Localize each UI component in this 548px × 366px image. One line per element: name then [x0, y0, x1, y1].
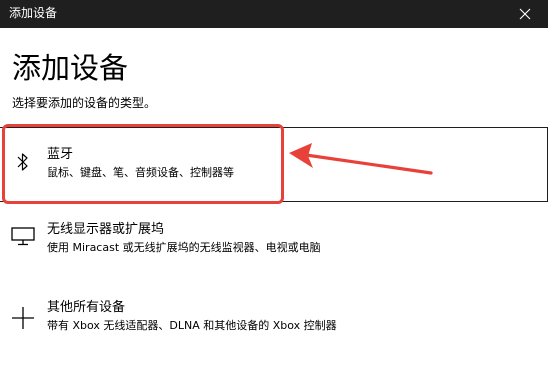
title-bar: 添加设备: [0, 0, 548, 28]
option-other-devices-description: 带有 Xbox 无线适配器、DLNA 和其他设备的 Xbox 控制器: [47, 319, 337, 332]
bluetooth-icon: [10, 149, 36, 175]
page-subtitle: 选择要添加的设备的类型。: [12, 96, 157, 110]
option-wireless-display[interactable]: 无线显示器或扩展坞 使用 Miracast 或无线扩展坞的无线监视器、电视或电脑: [0, 213, 548, 288]
option-other-devices[interactable]: 其他所有设备 带有 Xbox 无线适配器、DLNA 和其他设备的 Xbox 控制…: [0, 290, 548, 365]
monitor-icon: [10, 223, 36, 249]
option-wireless-display-description: 使用 Miracast 或无线扩展坞的无线监视器、电视或电脑: [47, 241, 321, 254]
close-button[interactable]: [502, 0, 548, 28]
option-wireless-display-title: 无线显示器或扩展坞: [47, 222, 165, 237]
option-bluetooth[interactable]: 蓝牙 鼠标、键盘、笔、音频设备、控制器等: [0, 127, 548, 202]
option-other-devices-title: 其他所有设备: [47, 300, 126, 315]
page-title: 添加设备: [12, 51, 129, 85]
option-bluetooth-title: 蓝牙: [47, 147, 74, 162]
add-device-dialog: 添加设备 添加设备 选择要添加的设备的类型。 蓝牙 鼠标、键盘、笔、音频设备、控…: [0, 0, 548, 366]
option-bluetooth-description: 鼠标、键盘、笔、音频设备、控制器等: [47, 166, 234, 179]
close-icon: [519, 8, 531, 20]
plus-icon: [10, 305, 36, 331]
window-title: 添加设备: [9, 6, 58, 20]
